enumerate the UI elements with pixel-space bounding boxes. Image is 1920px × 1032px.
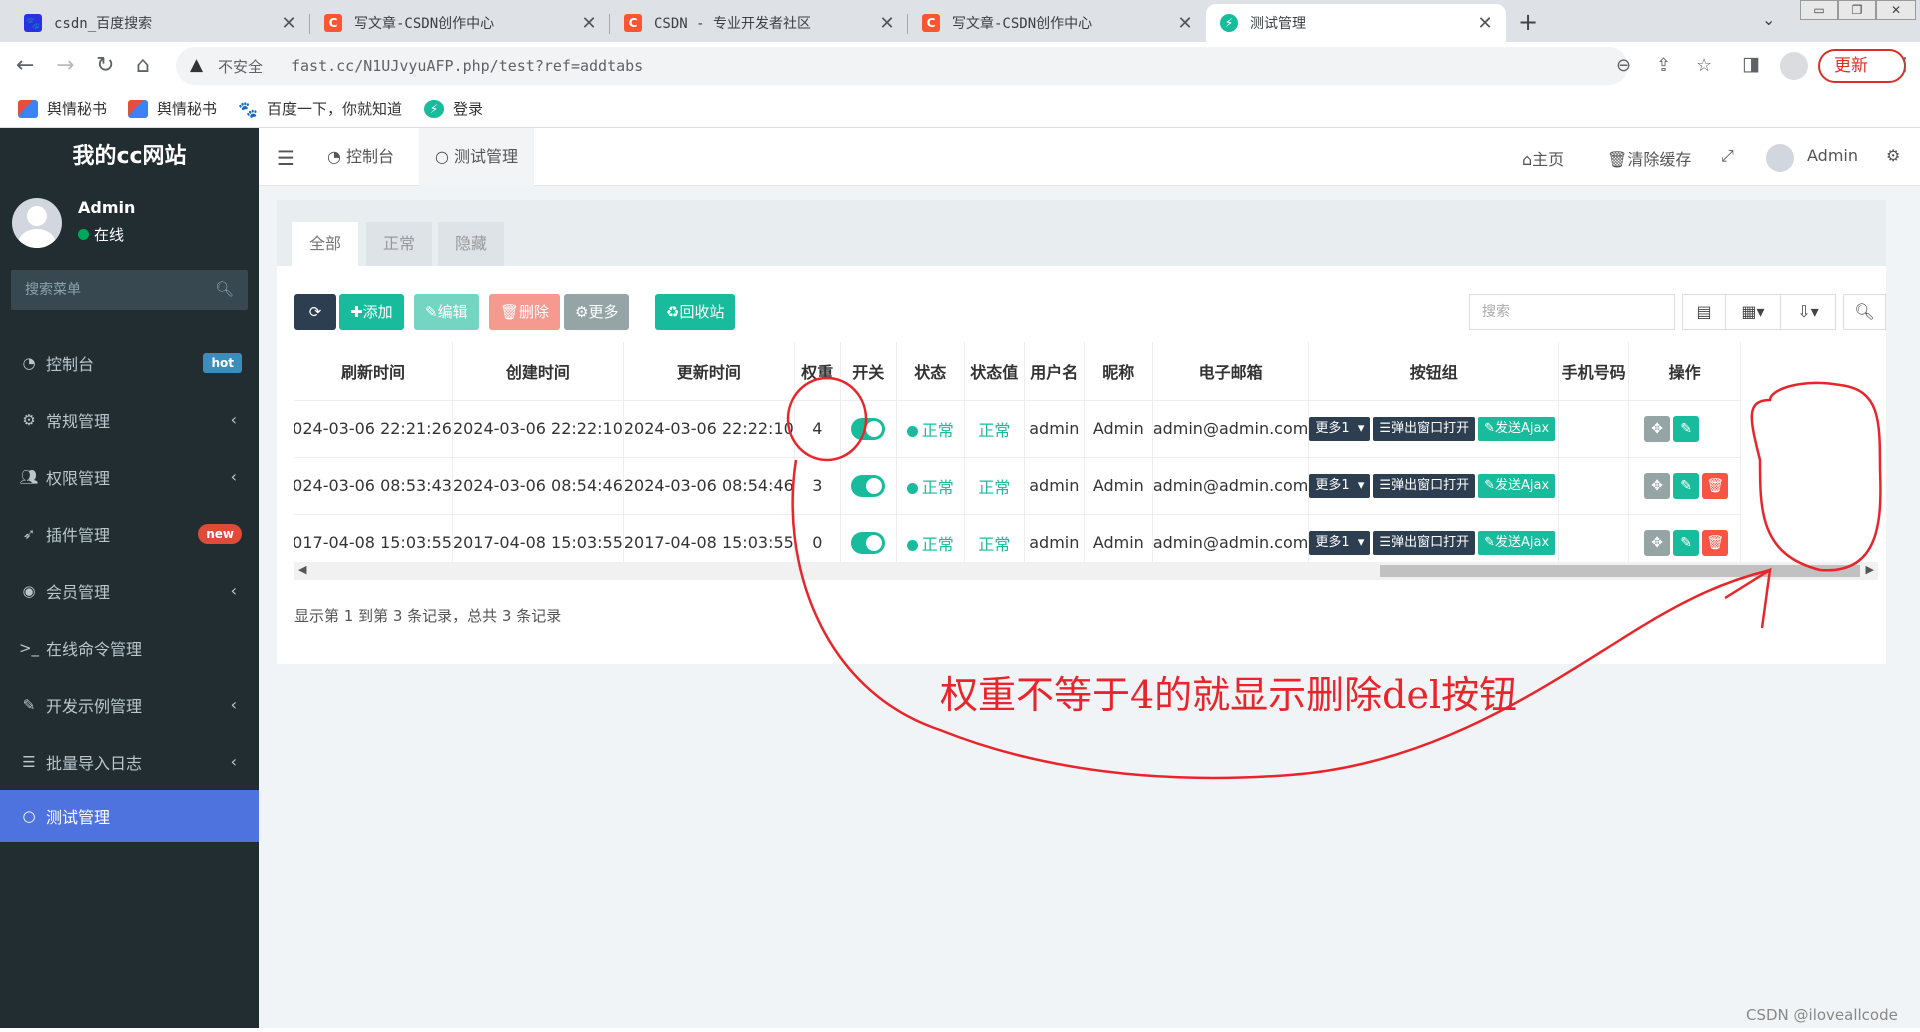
annotation-circle-actions	[1750, 381, 1882, 572]
annotation-arrow	[791, 459, 1771, 780]
annotation-text: 权重不等于4的就显示删除del按钮	[940, 673, 1518, 717]
annotation-overlay	[786, 376, 1882, 780]
annotation-arrowhead	[1724, 567, 1772, 629]
watermark: CSDN @iloveallcode	[1746, 1006, 1898, 1024]
annotation-circle-weight	[786, 376, 868, 462]
